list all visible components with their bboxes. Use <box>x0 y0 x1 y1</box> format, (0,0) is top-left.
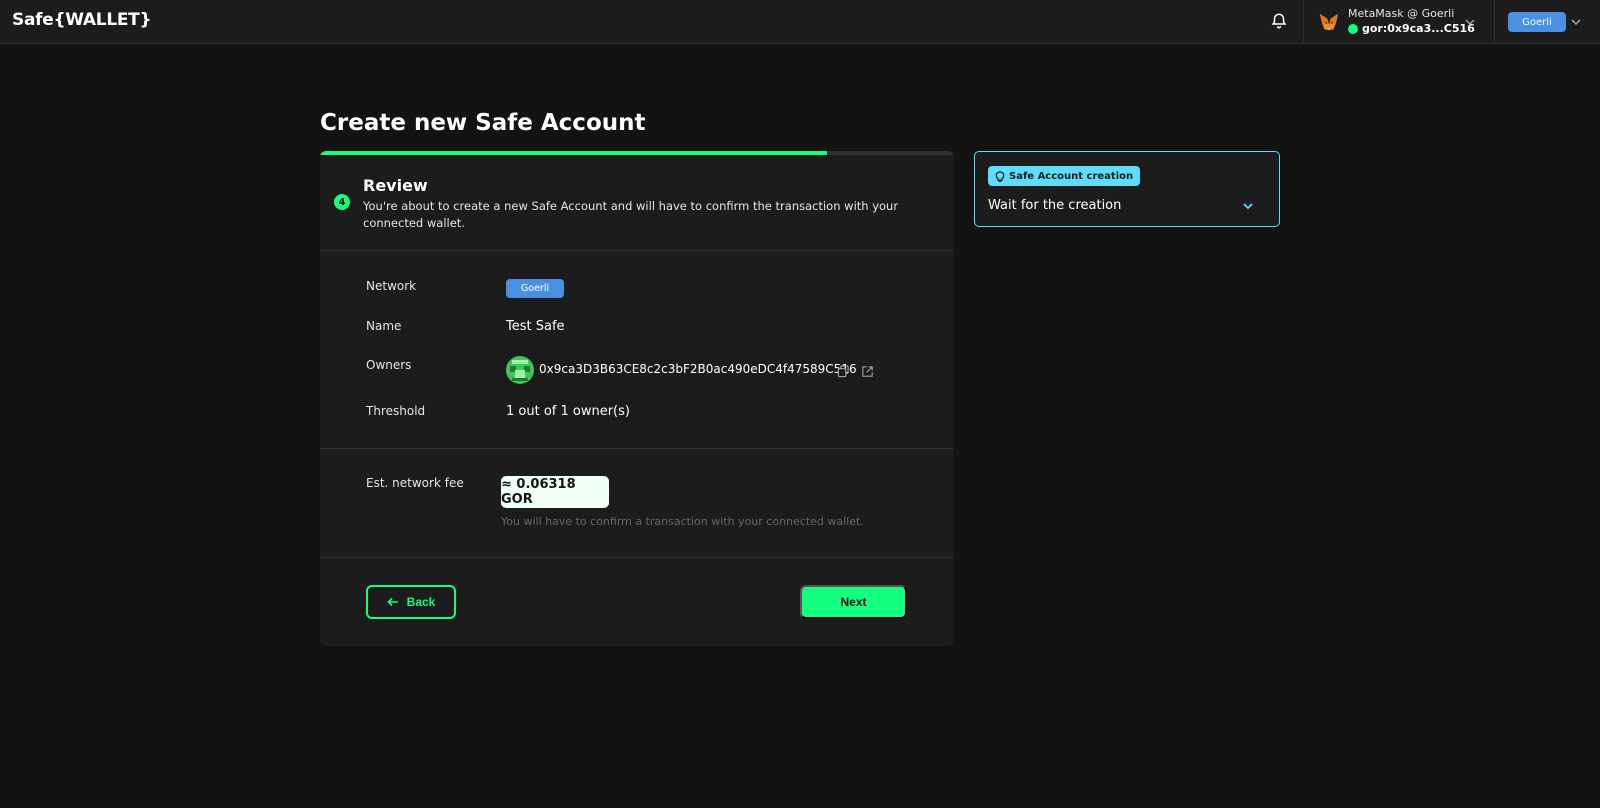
arrow-left-icon <box>387 597 398 607</box>
back-button[interactable]: Back <box>366 585 456 619</box>
step-number-badge: 4 <box>334 194 350 210</box>
lightbulb-icon <box>995 170 1005 182</box>
divider <box>320 557 954 558</box>
progress-bar-fill <box>320 151 828 155</box>
network-chip: Goerli <box>506 279 564 298</box>
create-safe-card: 4 Review You're about to create a new Sa… <box>320 151 954 646</box>
bell-icon[interactable] <box>1270 12 1288 30</box>
back-button-label: Back <box>406 595 436 609</box>
network-fee-note: You will have to confirm a transaction w… <box>501 515 864 528</box>
side-panel-title: Wait for the creation <box>988 198 1122 213</box>
chevron-down-icon[interactable] <box>1464 16 1476 28</box>
owners-label: Owners <box>366 358 412 372</box>
network-fee-value: ≈ 0.06318 GOR <box>501 476 609 508</box>
progress-bar <box>320 151 954 155</box>
network-fee-label: Est. network fee <box>366 476 464 490</box>
threshold-value: 1 out of 1 owner(s) <box>506 404 630 419</box>
step-title: Review <box>363 176 428 195</box>
wallet-address-text: gor:0x9ca3...C516 <box>1362 22 1475 35</box>
safe-logo[interactable]: Safe{WALLET} <box>12 10 152 30</box>
divider <box>320 250 954 251</box>
wallet-address[interactable]: gor:0x9ca3...C516 <box>1348 22 1475 35</box>
network-label: Network <box>366 279 417 293</box>
external-link-icon[interactable] <box>861 365 874 378</box>
wallet-name[interactable]: MetaMask @ Goerli <box>1348 7 1454 20</box>
page-title: Create new Safe Account <box>320 110 646 136</box>
owner-avatar <box>506 356 534 384</box>
header-divider <box>1494 0 1495 44</box>
divider <box>320 448 954 449</box>
network-selector[interactable]: Goerli <box>1508 12 1566 32</box>
step-description: You're about to create a new Safe Accoun… <box>363 199 899 230</box>
threshold-label: Threshold <box>366 404 426 418</box>
safe-creation-status-panel[interactable]: Safe Account creation Wait for the creat… <box>974 151 1280 227</box>
network-dot-icon <box>1348 23 1358 34</box>
safe-name-value: Test Safe <box>506 319 565 334</box>
name-label: Name <box>366 319 402 333</box>
owner-address: 0x9ca3D3B63CE8c2c3bF2B0ac490eDC4f47589C5… <box>539 362 857 376</box>
next-button[interactable]: Next <box>800 585 907 619</box>
header-divider <box>1303 0 1304 44</box>
chevron-down-icon[interactable] <box>1570 16 1582 28</box>
chevron-down-icon[interactable] <box>1241 199 1255 213</box>
metamask-fox-icon <box>1319 13 1339 31</box>
top-bar: Safe{WALLET} MetaMask @ Goerli gor:0x9ca… <box>0 0 1600 44</box>
safe-creation-chip: Safe Account creation <box>988 166 1141 186</box>
next-button-label: Next <box>840 595 867 609</box>
safe-creation-chip-label: Safe Account creation <box>1009 170 1134 182</box>
copy-icon[interactable] <box>837 365 850 378</box>
